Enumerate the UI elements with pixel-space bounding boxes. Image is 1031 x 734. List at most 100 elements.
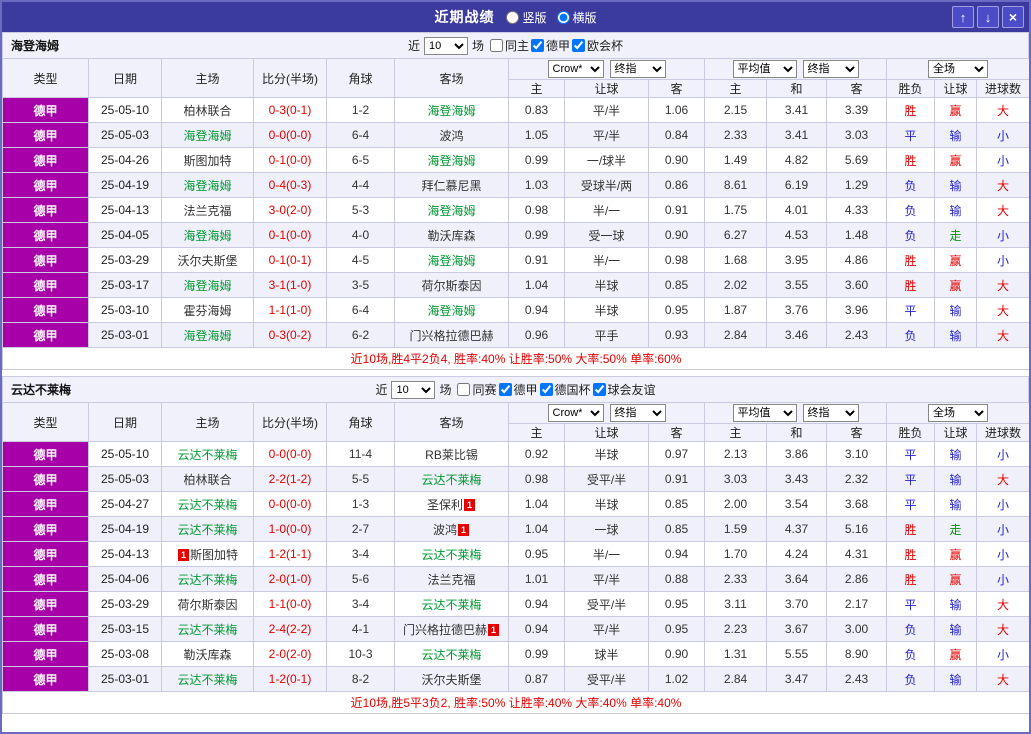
euro-away-odds-cell: 2.17 <box>826 591 888 617</box>
away-team-cell: 云达不莱梅 <box>394 641 509 667</box>
match-row: 德甲 25-03-15 云达不莱梅 2-4(2-2) 4-1 门兴格拉德巴赫 1 … <box>2 616 1029 642</box>
score-cell: 1-2(0-1) <box>253 666 327 692</box>
match-row: 德甲 25-04-26 斯图加特 0-1(0-0) 6-5 海登海姆 0.99 … <box>2 147 1029 173</box>
filter-checkbox[interactable]: 同赛 <box>457 381 497 398</box>
euro-draw-odds-cell: 3.67 <box>766 616 828 642</box>
corner-cell: 3-4 <box>326 591 395 617</box>
filter-checkbox[interactable]: 同主 <box>489 37 529 54</box>
date-cell: 25-04-27 <box>88 491 162 517</box>
euro-time-select[interactable]: 终指 <box>802 60 859 78</box>
euro-source-select[interactable]: 平均值 <box>732 404 797 422</box>
euro-home-header: 主 <box>704 79 768 98</box>
corner-cell: 11-4 <box>326 441 395 467</box>
result-handicap-cell: 走 <box>934 222 978 248</box>
match-row: 德甲 25-04-19 云达不莱梅 1-0(0-0) 2-7 波鸿 1 1.04 … <box>2 516 1029 542</box>
home-team-cell: 荷尔斯泰因 <box>161 591 254 617</box>
titlebar-buttons: ↑ ↓ × <box>952 6 1024 28</box>
result-handicap-cell: 赢 <box>934 541 978 567</box>
red-card-badge: 1 <box>458 524 469 537</box>
euro-home-odds-cell: 2.00 <box>704 491 768 517</box>
team-name-text: 霍芬海姆 <box>183 303 232 318</box>
odds-time-select[interactable]: 终指 <box>609 60 666 78</box>
filter-near-label: 近 <box>375 383 388 397</box>
score-cell: 0-1(0-1) <box>253 247 327 273</box>
col-away-header: 客场 <box>394 58 509 98</box>
asia-home-odds-cell: 1.05 <box>508 122 565 148</box>
layout-radio-horizontal[interactable]: 横版 <box>556 9 597 26</box>
layout-radio-vertical[interactable]: 竖版 <box>506 9 547 26</box>
asia-home-header: 主 <box>508 423 565 442</box>
corner-cell: 1-2 <box>326 97 395 123</box>
close-button[interactable]: × <box>1002 6 1024 28</box>
section-header: 海登海姆 近 10 场 同主 德甲 欧会杯 <box>2 32 1029 58</box>
radio-input[interactable] <box>556 10 570 24</box>
asia-home-odds-cell: 0.94 <box>508 616 565 642</box>
checkbox-input[interactable] <box>498 382 512 396</box>
filter-checkbox[interactable]: 球会友谊 <box>592 381 656 398</box>
odds-source-select[interactable]: Crow* <box>547 404 604 422</box>
result-wdl-cell: 胜 <box>886 97 936 123</box>
scope-select[interactable]: 全场 <box>928 60 989 78</box>
result-goals-cell: 大 <box>976 666 1029 692</box>
score-cell: 2-0(2-0) <box>253 641 327 667</box>
euro-away-odds-cell: 1.48 <box>826 222 888 248</box>
date-cell: 25-04-13 <box>88 541 162 567</box>
match-count-select[interactable]: 10 <box>423 36 468 55</box>
asia-home-odds-cell: 0.96 <box>508 322 565 348</box>
move-down-button[interactable]: ↓ <box>977 6 999 28</box>
euro-away-odds-cell: 3.96 <box>826 297 888 323</box>
score-cell: 1-2(1-1) <box>253 541 327 567</box>
checkbox-input[interactable] <box>572 38 586 52</box>
checkbox-input[interactable] <box>592 382 606 396</box>
home-team-cell: 云达不莱梅 <box>161 666 254 692</box>
checkbox-input[interactable] <box>539 382 553 396</box>
euro-home-odds-cell: 2.84 <box>704 666 768 692</box>
away-team-cell: 海登海姆 <box>394 97 509 123</box>
col-score-header: 比分(半场) <box>253 58 327 98</box>
asia-away-odds-cell: 0.86 <box>647 172 706 198</box>
home-team-cell: 海登海姆 <box>161 122 254 148</box>
euro-source-select[interactable]: 平均值 <box>732 60 797 78</box>
euro-draw-odds-cell: 3.43 <box>766 466 828 492</box>
team-name-text: 门兴格拉德巴赫 <box>402 622 487 637</box>
asia-home-odds-cell: 1.04 <box>508 491 565 517</box>
asia-away-odds-cell: 1.02 <box>647 666 706 692</box>
asia-handicap-header: 让球 <box>564 423 649 442</box>
league-cell: 德甲 <box>2 566 89 592</box>
euro-time-select[interactable]: 终指 <box>802 404 859 422</box>
result-handicap-cell: 输 <box>934 172 978 198</box>
move-up-button[interactable]: ↑ <box>952 6 974 28</box>
team-name-text: 法兰克福 <box>183 203 232 218</box>
score-cell: 2-0(1-0) <box>253 566 327 592</box>
filter-checkbox[interactable]: 德国杯 <box>539 381 591 398</box>
result-goals-cell: 小 <box>976 641 1029 667</box>
corner-cell: 4-5 <box>326 247 395 273</box>
match-count-select[interactable]: 10 <box>391 380 436 399</box>
filter-checks: 同赛 德甲 德国杯 球会友谊 <box>455 381 656 399</box>
filter-checkbox[interactable]: 欧会杯 <box>572 37 623 54</box>
filter-checkbox[interactable]: 德甲 <box>531 37 570 54</box>
league-cell: 德甲 <box>2 172 89 198</box>
team-name-text: 云达不莱梅 <box>177 447 238 462</box>
panel-title: 近期战绩 <box>434 9 495 25</box>
result-wdl-cell: 平 <box>886 297 936 323</box>
euro-home-odds-cell: 2.33 <box>704 566 768 592</box>
filter-checkbox[interactable]: 德甲 <box>498 381 538 398</box>
handicap-cell: 受一球 <box>564 222 649 248</box>
checkbox-input[interactable] <box>489 38 503 52</box>
result-handicap-cell: 输 <box>934 666 978 692</box>
odds-time-select[interactable]: 终指 <box>609 404 666 422</box>
euro-draw-odds-cell: 4.01 <box>766 197 828 223</box>
result-wdl-cell: 平 <box>886 591 936 617</box>
asia-away-odds-cell: 0.97 <box>647 441 706 467</box>
match-row: 德甲 25-03-01 海登海姆 0-3(0-2) 6-2 门兴格拉德巴赫 0.… <box>2 322 1029 348</box>
result-wdl-cell: 胜 <box>886 147 936 173</box>
checkbox-input[interactable] <box>457 382 471 396</box>
corner-cell: 4-0 <box>326 222 395 248</box>
odds-source-select[interactable]: Crow* <box>547 60 604 78</box>
asia-handicap-header: 让球 <box>564 79 649 98</box>
asia-away-odds-cell: 0.98 <box>647 247 706 273</box>
checkbox-input[interactable] <box>531 38 544 52</box>
scope-select[interactable]: 全场 <box>928 404 989 422</box>
radio-input[interactable] <box>506 10 520 24</box>
